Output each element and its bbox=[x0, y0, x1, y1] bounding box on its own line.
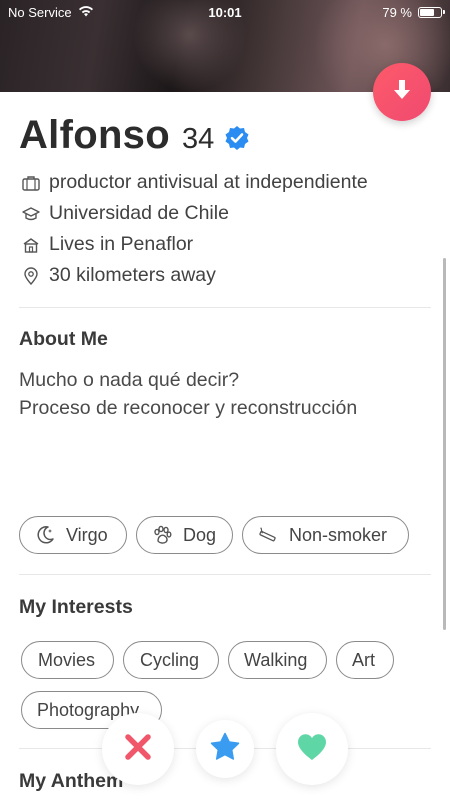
briefcase-icon bbox=[22, 174, 40, 192]
interest-label: Walking bbox=[244, 649, 308, 670]
location-row: Lives in Penaflor bbox=[22, 229, 368, 260]
scrollbar[interactable] bbox=[443, 258, 446, 630]
about-line: Proceso de reconocer y reconstrucción bbox=[19, 397, 358, 419]
nope-button[interactable] bbox=[102, 713, 174, 785]
interest-label: Art bbox=[352, 649, 376, 670]
moon-icon bbox=[34, 524, 56, 546]
interest-label: Movies bbox=[38, 649, 96, 670]
battery-icon bbox=[418, 6, 445, 18]
job-text: productor antivisual at independiente bbox=[49, 171, 368, 193]
distance-text: 30 kilometers away bbox=[49, 264, 216, 286]
name-row: Alfonso 34 bbox=[19, 113, 250, 158]
no-smoking-icon bbox=[257, 524, 279, 546]
heart-icon bbox=[295, 731, 329, 768]
chip-label: Dog bbox=[183, 524, 217, 545]
school-text: Universidad de Chile bbox=[49, 202, 229, 224]
interest-chip[interactable]: Art bbox=[336, 641, 394, 679]
chip-zodiac: Virgo bbox=[19, 516, 127, 554]
school-row: Universidad de Chile bbox=[22, 198, 368, 229]
arrow-down-icon bbox=[389, 77, 415, 108]
interest-label: Cycling bbox=[140, 649, 200, 670]
distance-row: 30 kilometers away bbox=[22, 260, 368, 291]
interest-chip[interactable]: Cycling bbox=[123, 641, 219, 679]
star-icon bbox=[209, 731, 241, 768]
location-text: Lives in Penaflor bbox=[49, 233, 194, 255]
interest-chip[interactable]: Walking bbox=[228, 641, 327, 679]
graduation-cap-icon bbox=[22, 205, 40, 223]
anthem-title: My Anthem bbox=[19, 770, 124, 792]
paw-icon bbox=[151, 524, 173, 546]
profile-info: productor antivisual at independiente Un… bbox=[22, 167, 368, 291]
profile-name: Alfonso bbox=[19, 113, 170, 157]
battery-fill bbox=[420, 8, 435, 16]
chip-label: Virgo bbox=[66, 524, 108, 545]
about-text: Mucho o nada qué decir? Proceso de recon… bbox=[19, 366, 357, 422]
collapse-profile-button[interactable] bbox=[373, 63, 431, 121]
chip-smoking: Non-smoker bbox=[242, 516, 409, 554]
chip-label: Non-smoker bbox=[289, 524, 388, 545]
interests-title: My Interests bbox=[19, 596, 133, 618]
profile-age: 34 bbox=[181, 123, 215, 155]
house-icon bbox=[22, 236, 40, 254]
job-row: productor antivisual at independiente bbox=[22, 167, 368, 198]
about-line: Mucho o nada qué decir? bbox=[19, 369, 240, 391]
divider bbox=[19, 574, 431, 575]
location-pin-icon bbox=[22, 266, 40, 285]
divider bbox=[19, 307, 431, 308]
interest-chip[interactable]: Movies bbox=[21, 641, 114, 679]
close-icon bbox=[122, 731, 154, 768]
like-button[interactable] bbox=[276, 713, 348, 785]
status-bar: No Service 10:01 79 % bbox=[0, 0, 450, 24]
chip-pets: Dog bbox=[136, 516, 233, 554]
about-title: About Me bbox=[19, 328, 108, 350]
clock: 10:01 bbox=[208, 4, 242, 20]
super-like-button[interactable] bbox=[196, 720, 254, 778]
verified-badge-icon bbox=[224, 125, 250, 151]
